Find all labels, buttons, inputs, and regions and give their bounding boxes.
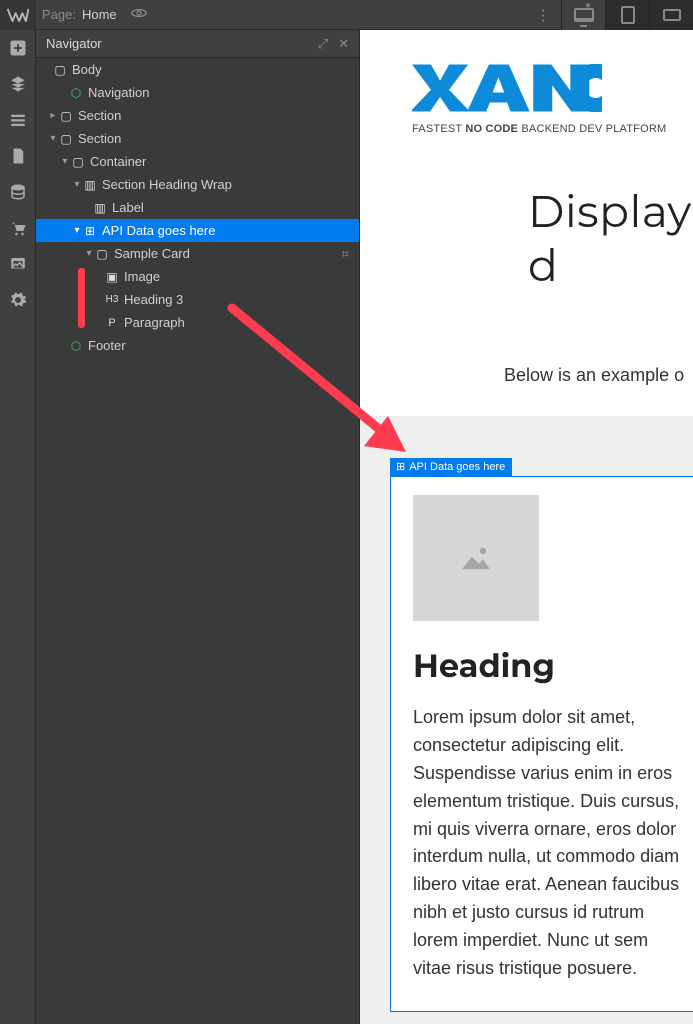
tree-body[interactable]: ▢Body (36, 58, 359, 81)
navigator-panel: Navigator ⤢ ✕ ▢Body ⬡Navigation ▾▢Sectio… (36, 30, 360, 1024)
tree-api-data[interactable]: ▾⊞API Data goes here (36, 219, 359, 242)
assets-icon[interactable] (0, 246, 36, 282)
ecommerce-icon[interactable] (0, 210, 36, 246)
brand-block: FASTEST NO CODE BACKEND DEV PLATFORM (360, 30, 693, 135)
page-name[interactable]: Home (82, 7, 117, 22)
xano-logo (412, 64, 602, 112)
top-bar: Page: Home ⋮ ★ (0, 0, 693, 30)
tree-section-heading-wrap[interactable]: ▾▥Section Heading Wrap (36, 173, 359, 196)
selection-tag[interactable]: ⊞ API Data goes here (390, 458, 512, 476)
settings-icon[interactable] (0, 282, 36, 318)
card-paragraph[interactable]: Lorem ipsum dolor sit amet, consectetur … (413, 704, 680, 983)
image-placeholder[interactable] (413, 495, 539, 621)
device-mobile-landscape-button[interactable] (649, 0, 693, 30)
cms-icon[interactable] (0, 174, 36, 210)
tree-label[interactable]: ▥Label (36, 196, 359, 219)
page-heading: Display d (528, 185, 693, 293)
annotation-red-bar (78, 268, 85, 328)
design-canvas: FASTEST NO CODE BACKEND DEV PLATFORM Dis… (360, 30, 693, 1024)
navigator-icon[interactable] (0, 102, 36, 138)
device-desktop-button[interactable]: ★ (561, 0, 605, 30)
page-subtext: Below is an example o (504, 365, 693, 386)
section-background: ⊞ API Data goes here Heading Lorem ipsum… (360, 416, 693, 1024)
symbols-icon[interactable] (0, 66, 36, 102)
device-tablet-button[interactable] (605, 0, 649, 30)
preview-icon[interactable] (131, 6, 147, 23)
tree-section-1[interactable]: ▾▢Section (36, 104, 359, 127)
selected-element-outline[interactable]: ⊞ API Data goes here Heading Lorem ipsum… (390, 476, 693, 1012)
more-icon[interactable]: ⋮ (525, 0, 561, 29)
collapse-icon[interactable]: ⤢ (318, 36, 328, 52)
grid-child-icon: ⌗ (342, 246, 349, 262)
tree-footer[interactable]: ⬡Footer (36, 334, 359, 357)
pages-icon[interactable] (0, 138, 36, 174)
left-tool-rail (0, 30, 36, 1024)
brand-tagline: FASTEST NO CODE BACKEND DEV PLATFORM (412, 123, 673, 135)
card-heading[interactable]: Heading (413, 647, 680, 686)
add-element-icon[interactable] (0, 30, 36, 66)
tree-container[interactable]: ▾▢Container (36, 150, 359, 173)
webflow-logo[interactable] (0, 0, 36, 30)
grid-icon: ⊞ (396, 460, 405, 473)
panel-title: Navigator (46, 36, 102, 51)
tree-navigation[interactable]: ⬡Navigation (36, 81, 359, 104)
tree-section-2[interactable]: ▾▢Section (36, 127, 359, 150)
close-icon[interactable]: ✕ (338, 36, 349, 52)
page-label: Page: (42, 7, 76, 22)
tree-sample-card[interactable]: ▾▢Sample Card ⌗ (36, 242, 359, 265)
